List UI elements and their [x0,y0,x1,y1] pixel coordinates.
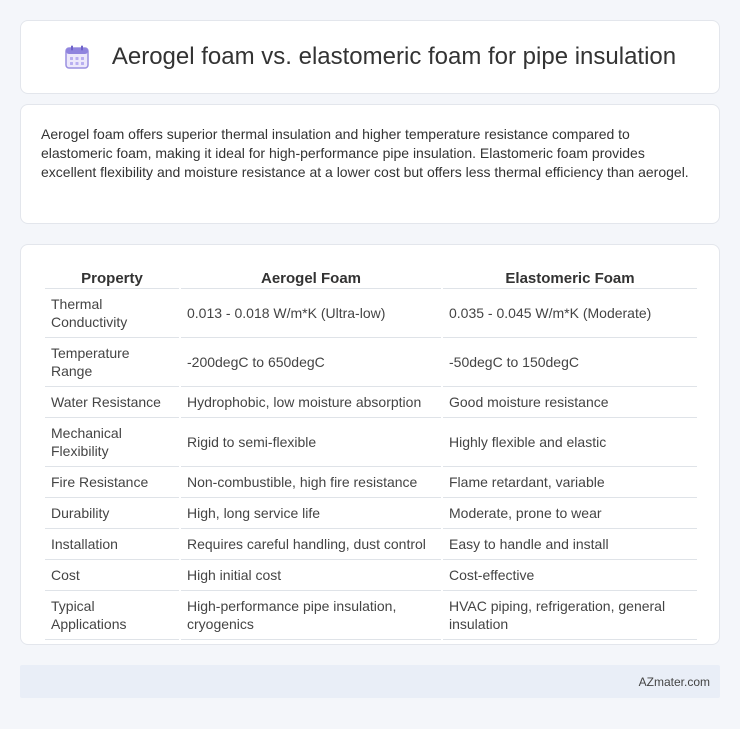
table-row: Temperature Range -200degC to 650degC -5… [45,338,697,387]
aerogel-cell: Requires careful handling, dust control [181,529,441,560]
table-row: Installation Requires careful handling, … [45,529,697,560]
comparison-table-card: Property Aerogel Foam Elastomeric Foam T… [20,244,720,645]
table-row: Fire Resistance Non-combustible, high fi… [45,467,697,498]
aerogel-cell: High, long service life [181,498,441,529]
property-cell: Mechanical Flexibility [45,418,179,467]
summary-card: Aerogel foam offers superior thermal ins… [20,104,720,224]
table-row: Cost High initial cost Cost-effective [45,560,697,591]
elastomeric-cell: Easy to handle and install [443,529,697,560]
aerogel-cell: High-performance pipe insulation, cryoge… [181,591,441,640]
table-row: Mechanical Flexibility Rigid to semi-fle… [45,418,697,467]
elastomeric-cell: 0.035 - 0.045 W/m*K (Moderate) [443,289,697,338]
property-cell: Fire Resistance [45,467,179,498]
elastomeric-cell: HVAC piping, refrigeration, general insu… [443,591,697,640]
title-card: Aerogel foam vs. elastomeric foam for pi… [20,20,720,94]
header-elastomeric: Elastomeric Foam [443,265,697,289]
table-row: Water Resistance Hydrophobic, low moistu… [45,387,697,418]
property-cell: Temperature Range [45,338,179,387]
table-row: Durability High, long service life Moder… [45,498,697,529]
elastomeric-cell: -50degC to 150degC [443,338,697,387]
elastomeric-cell: Cost-effective [443,560,697,591]
footer-bar: AZmater.com [20,665,720,698]
aerogel-cell: -200degC to 650degC [181,338,441,387]
aerogel-cell: Hydrophobic, low moisture absorption [181,387,441,418]
elastomeric-cell: Moderate, prone to wear [443,498,697,529]
property-cell: Thermal Conductivity [45,289,179,338]
aerogel-cell: 0.013 - 0.018 W/m*K (Ultra-low) [181,289,441,338]
property-cell: Installation [45,529,179,560]
elastomeric-cell: Flame retardant, variable [443,467,697,498]
table-header-row: Property Aerogel Foam Elastomeric Foam [45,265,697,289]
header-property: Property [45,265,179,289]
property-cell: Typical Applications [45,591,179,640]
table-row: Thermal Conductivity 0.013 - 0.018 W/m*K… [45,289,697,338]
comparison-table: Property Aerogel Foam Elastomeric Foam T… [43,265,699,640]
page-title: Aerogel foam vs. elastomeric foam for pi… [111,43,677,70]
header-aerogel: Aerogel Foam [181,265,441,289]
elastomeric-cell: Highly flexible and elastic [443,418,697,467]
aerogel-cell: High initial cost [181,560,441,591]
aerogel-cell: Rigid to semi-flexible [181,418,441,467]
calendar-icon [65,45,89,69]
table-row: Typical Applications High-performance pi… [45,591,697,640]
elastomeric-cell: Good moisture resistance [443,387,697,418]
aerogel-cell: Non-combustible, high fire resistance [181,467,441,498]
property-cell: Cost [45,560,179,591]
property-cell: Water Resistance [45,387,179,418]
property-cell: Durability [45,498,179,529]
footer-site-link[interactable]: AZmater.com [639,675,710,689]
summary-text: Aerogel foam offers superior thermal ins… [41,126,689,180]
